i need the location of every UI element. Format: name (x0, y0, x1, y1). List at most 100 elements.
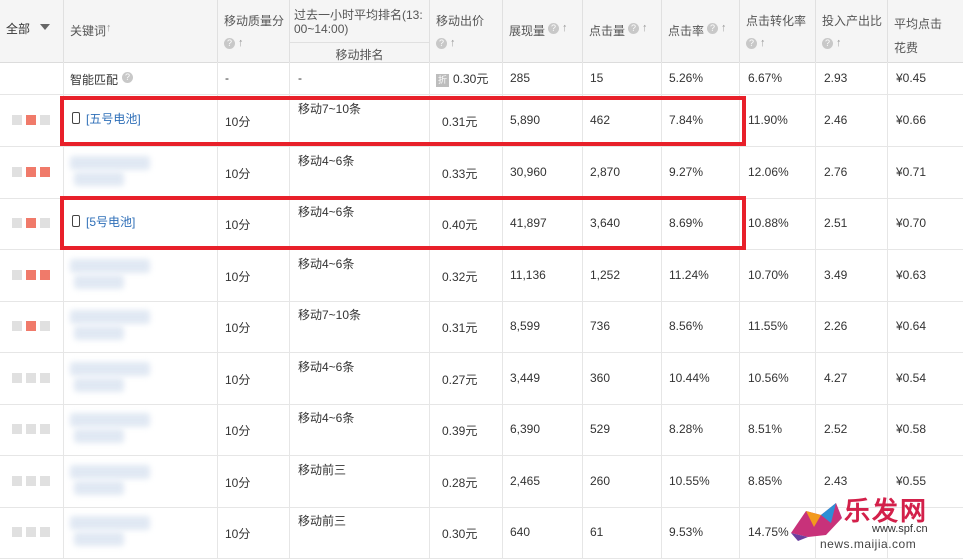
chevron-down-icon (40, 24, 50, 30)
blurred-keyword (74, 429, 124, 443)
status-tags[interactable] (0, 506, 64, 558)
status-tags[interactable] (0, 403, 64, 455)
cvr-cell: 8.51% (748, 422, 783, 436)
sort-arrow-icon: ↑ (106, 22, 112, 34)
ctr-cell: 9.53% (669, 525, 704, 539)
status-tag (40, 527, 50, 537)
status-tag (12, 476, 22, 486)
status-tag (40, 167, 50, 177)
impressions-cell: 2,465 (510, 474, 541, 488)
clicks-cell: 462 (590, 113, 611, 127)
col-cvr-label: 点击转化率 (746, 14, 807, 28)
keyword-cell[interactable] (64, 300, 218, 352)
bid-cell: 0.31元 (442, 115, 478, 129)
status-tag (12, 424, 22, 434)
status-tag (26, 167, 36, 177)
col-cvr[interactable]: 点击转化率 ? ↑ (740, 0, 816, 62)
bull-logo-icon (791, 503, 842, 541)
rank-cell: 移动7~10条 (298, 102, 362, 116)
ctr-cell: 8.56% (669, 319, 704, 333)
watermark-logo: 乐发网 www.spf.cn news.maijia.com (786, 489, 961, 551)
col-clicks[interactable]: 点击量 ? ↑ (583, 0, 662, 62)
filter-dropdown[interactable]: 全部 (0, 0, 64, 62)
keyword-cell[interactable] (64, 455, 218, 507)
blurred-keyword (74, 481, 124, 495)
keyword-link[interactable]: [5号电池] (86, 215, 135, 229)
col-impressions[interactable]: 展现量 ? ↑ (503, 0, 583, 62)
col-keyword[interactable]: 关键词 ↑ (64, 0, 218, 62)
status-tag (26, 321, 36, 331)
quality-cell: 10分 (225, 167, 251, 181)
status-tags[interactable] (0, 94, 64, 146)
impressions-cell: 6,390 (510, 422, 541, 436)
blurred-keyword (70, 362, 150, 376)
status-tag (12, 321, 22, 331)
table-row: 10分 移动4~6条 0.39元 6,390 529 8.28% 8.51% 2.52 ¥0.5… (0, 403, 963, 456)
col-roi-label: 投入产出比 (822, 14, 883, 28)
col-bid-label: 移动出价 (436, 14, 485, 28)
roi-cell: 3.49 (824, 268, 848, 282)
ctr-cell: 5.26% (669, 71, 704, 85)
status-tags[interactable] (0, 455, 64, 507)
ctr-cell: 8.69% (669, 216, 704, 230)
status-tag (12, 270, 22, 280)
status-tags[interactable] (0, 300, 64, 352)
keyword-cell[interactable] (64, 249, 218, 301)
status-tag (12, 527, 22, 537)
cvr-cell: 10.70% (748, 268, 789, 282)
col-cpc[interactable]: 平均点击花费 (888, 0, 963, 62)
status-tag (26, 373, 36, 383)
keyword-link[interactable]: [五号电池] (86, 112, 141, 126)
filter-label: 全部 (6, 22, 31, 36)
clicks-cell: 61 (590, 525, 604, 539)
keyword-cell[interactable]: [五号电池] (64, 94, 218, 146)
bid-cell: 0.40元 (442, 218, 478, 232)
rank-cell: 移动4~6条 (298, 411, 355, 425)
table-row: 10分 移动4~6条 0.33元 30,960 2,870 9.27% 12.06% 2.76… (0, 146, 963, 199)
rank-cell: 移动7~10条 (298, 308, 362, 322)
status-tag (26, 476, 36, 486)
impressions-cell: 30,960 (510, 165, 547, 179)
impressions-cell: 8,599 (510, 319, 541, 333)
keyword-cell[interactable] (64, 146, 218, 198)
roi-cell: 2.26 (824, 319, 848, 333)
col-quality[interactable]: 移动质量分 ? ↑ (218, 0, 290, 62)
cvr-cell: 6.67% (748, 71, 783, 85)
cvr-cell: 10.88% (748, 216, 789, 230)
status-tags[interactable] (0, 197, 64, 249)
col-rank[interactable]: 过去一小时平均排名(13:00~14:00) 移动排名 (290, 0, 430, 62)
keyword-cell[interactable]: [5号电池] (64, 197, 218, 249)
clicks-cell: 15 (590, 71, 604, 85)
col-ctr[interactable]: 点击率 ? ↑ (662, 0, 740, 62)
cpc-cell: ¥0.54 (896, 371, 927, 385)
cvr-cell: 12.06% (748, 165, 789, 179)
keyword-cell[interactable] (64, 352, 218, 404)
rank-cell: 移动前三 (298, 514, 347, 528)
status-tag (12, 115, 22, 125)
bid-cell: 0.27元 (442, 373, 478, 387)
clicks-cell: 529 (590, 422, 611, 436)
col-bid[interactable]: 移动出价 ? ↑ (430, 0, 503, 62)
blurred-keyword (70, 465, 150, 479)
table-row: 10分 移动4~6条 0.32元 11,136 1,252 11.24% 10.70% 3.4… (0, 249, 963, 302)
mobile-icon (72, 112, 80, 124)
quality-cell: 10分 (225, 424, 251, 438)
impressions-cell: 640 (510, 525, 531, 539)
ctr-cell: 10.55% (669, 474, 710, 488)
quality-cell: 10分 (225, 373, 251, 387)
status-tags[interactable] (0, 146, 64, 198)
table-row: 10分 移动7~10条 0.31元 8,599 736 8.56% 11.55% 2.26 ¥0… (0, 300, 963, 353)
blurred-keyword (74, 326, 124, 340)
keyword-cell[interactable] (64, 403, 218, 455)
watermark-url: news.maijia.com (820, 537, 917, 551)
clicks-cell: 3,640 (590, 216, 621, 230)
sort-arrow-icon: ↑ (836, 37, 842, 49)
roi-cell: 2.52 (824, 422, 848, 436)
blurred-keyword (70, 310, 150, 324)
status-tags[interactable] (0, 249, 64, 301)
cpc-cell: ¥0.66 (896, 113, 927, 127)
status-tag (26, 527, 36, 537)
status-tags[interactable] (0, 352, 64, 404)
col-roi[interactable]: 投入产出比 ? ↑ (816, 0, 888, 62)
keyword-cell[interactable] (64, 506, 218, 558)
